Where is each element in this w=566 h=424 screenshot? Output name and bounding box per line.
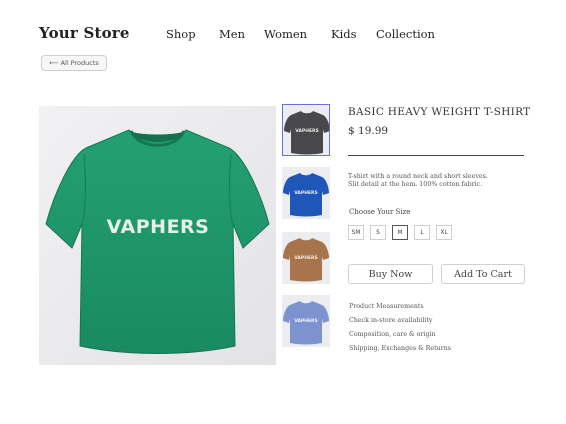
size-option-l[interactable]: L (414, 225, 430, 240)
nav-women[interactable]: Women (264, 27, 307, 41)
product-price: $ 19.99 (348, 125, 389, 137)
product-title: BASIC HEAVY WEIGHT T-SHIRT (348, 106, 531, 118)
thumb-print: VAPHERS (295, 128, 319, 134)
link-shipping-returns[interactable]: Shipping, Exchanges & Returns (349, 345, 451, 353)
description-line-1: T-shirt with a round neck and short slee… (348, 173, 488, 180)
nav-men[interactable]: Men (219, 27, 245, 41)
thumbnail-blue[interactable]: VAPHERS (282, 167, 330, 219)
info-links: Product Measurements Check in-store avai… (349, 303, 451, 353)
thumbnail-brown[interactable]: VAPHERS (282, 232, 330, 284)
all-products-label: All Products (60, 59, 99, 67)
product-description: T-shirt with a round neck and short slee… (348, 173, 524, 190)
nav-collection[interactable]: Collection (376, 27, 435, 41)
thumb-print: VAPHERS (294, 255, 318, 261)
divider (348, 155, 524, 156)
buy-now-button[interactable]: Buy Now (348, 264, 433, 284)
add-to-cart-button[interactable]: Add To Cart (441, 264, 525, 284)
size-options: SM S M L XL (348, 225, 452, 240)
main-brand-print: VAPHERS (107, 216, 210, 238)
size-option-xl[interactable]: XL (436, 225, 452, 240)
size-option-sm[interactable]: SM (348, 225, 364, 240)
link-product-measurements[interactable]: Product Measurements (349, 303, 451, 311)
thumb-print: VAPHERS (294, 318, 318, 324)
description-line-2: Slit detail at the hem. 100% cotton fabr… (348, 181, 483, 189)
size-label: Choose Your Size (349, 208, 411, 216)
thumb-print: VAPHERS (294, 190, 318, 196)
main-product-image: VAPHERS (39, 106, 276, 365)
nav-kids[interactable]: Kids (331, 27, 357, 41)
nav-shop[interactable]: Shop (166, 27, 196, 41)
store-logo[interactable]: Your Store (39, 24, 130, 42)
size-option-s[interactable]: S (370, 225, 386, 240)
link-store-availability[interactable]: Check in-store availability (349, 317, 451, 325)
size-option-m[interactable]: M (392, 225, 408, 240)
thumbnail-charcoal[interactable]: VAPHERS (282, 104, 330, 156)
arrow-left-icon: ⟵ (49, 59, 59, 67)
all-products-button[interactable]: ⟵ All Products (41, 55, 107, 71)
link-composition-care[interactable]: Composition, care & origin (349, 331, 451, 339)
thumbnail-light-blue[interactable]: VAPHERS (282, 295, 330, 347)
